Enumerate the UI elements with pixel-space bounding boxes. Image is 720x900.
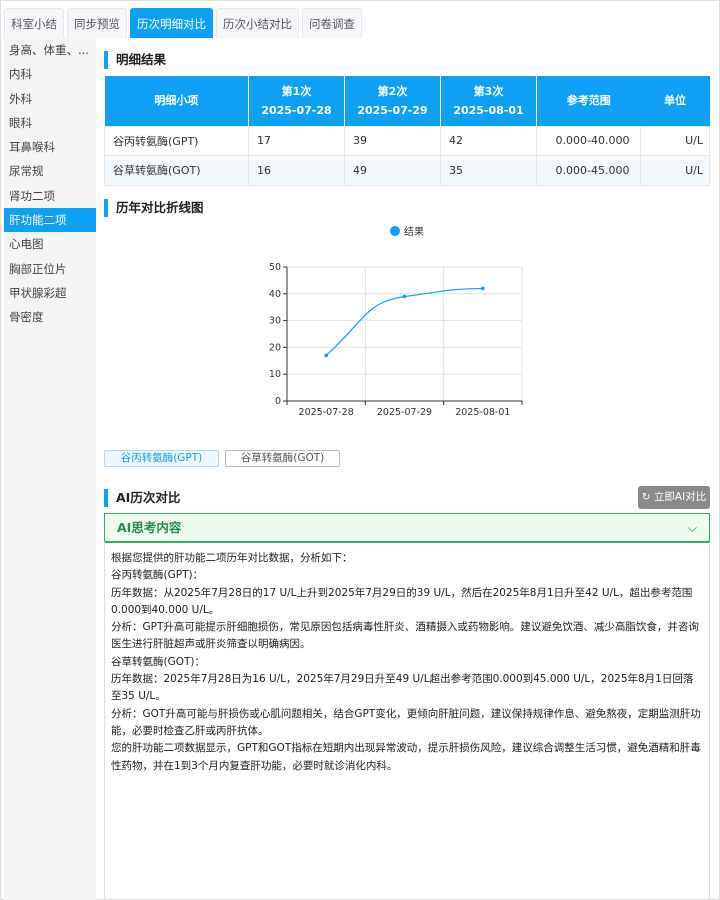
section-title-ai: AI历次对比 [104,489,180,507]
visit-label: 第3次 [473,84,504,98]
section-title-detail: 明细结果 [104,51,166,69]
visit-date: 2025-07-28 [261,103,332,117]
series-line [325,287,483,356]
sidebar-item[interactable]: 耳鼻喉科 [4,135,96,159]
tab-bar: 科室小结 同步预览 历次明细对比 历次小结对比 问卷调查 [4,8,362,38]
sidebar-item[interactable]: 心电图 [4,232,96,256]
detail-table: 明细小项 第1次 2025-07-28 第2次 2025-07-29 第3次 2025… [104,76,710,186]
cell-name: 谷丙转氨酶(GPT) [104,125,249,156]
sidebar-item[interactable]: 肝功能二项 [4,208,96,233]
data-point [481,286,485,291]
cell-value: 49 [344,155,441,186]
section-title-chart: 历年对比折线图 [104,199,204,217]
visit-label: 第1次 [281,84,312,98]
ai-result-content: 根据您提供的肝功能二项历年对比数据，分析如下： 谷丙转氨酶(GPT)： 历年数据：从… [104,541,710,900]
ai-thinking-label: AI思考内容 [117,520,182,535]
y-tick-label: 30 [269,316,281,327]
y-tick-label: 40 [269,289,281,300]
run-ai-compare-button[interactable]: ↻ 立即AI对比 [638,486,710,509]
tab-0[interactable]: 科室小结 [4,8,64,38]
ai-thinking-header[interactable]: AI思考内容 ⌵ [104,513,710,541]
y-tick-label: 50 [269,262,281,273]
visit-label: 第2次 [377,84,408,98]
chevron-down-icon[interactable]: ⌵ [688,514,697,542]
sidebar-item[interactable]: 胸部正位片 [4,257,96,281]
col-unit: 单位 [640,76,710,126]
ai-result-line: 谷丙转氨酶(GPT)： [111,569,204,582]
data-point [402,294,407,299]
cell-value: 39 [344,125,441,156]
chart-legend[interactable]: 结果 [390,223,424,238]
col-range: 参考范围 [536,76,641,126]
ai-result-line: 根据您提供的肝功能二项历年对比数据，分析如下： [111,552,353,564]
sidebar: 身高、体重、... 内科 外科 眼科 耳鼻喉科 尿常规 肾功二项 肝功能二项 心电图 胸部正位片甲… [4,38,96,900]
tab-4[interactable]: 问卷调查 [302,8,362,38]
table-row: 谷丙转氨酶(GPT) 17 39 42 0.000-40.000 U/L [104,125,710,156]
cell-value: 16 [248,155,345,186]
ai-result-line: 您的肝功能二项数据显示，GPT和GOT指标在短期内出现异常波动，提示肝损伤风险，… [111,742,701,772]
col-visit-3: 第3次 2025-08-01 [440,76,537,126]
col-visit-2: 第2次 2025-07-29 [344,76,441,126]
tab-1[interactable]: 同步预览 [67,8,127,38]
sidebar-item[interactable]: 外科 [4,87,96,111]
cell-name: 谷草转氨酶(GOT) [104,155,249,186]
x-tick-label: 2025-08-01 [455,407,510,418]
tab-3[interactable]: 历次小结对比 [216,8,299,38]
sidebar-item[interactable]: 内科 [4,62,96,86]
sidebar-item[interactable]: 甲状腺彩超 [4,281,96,305]
cell-value: 35 [440,155,537,186]
switch-gpt-button[interactable]: 谷丙转氨酶(GPT) [104,450,219,467]
table-row: 谷草转氨酶(GOT) 16 49 35 0.000-45.000 U/L [104,155,710,186]
x-tick-label: 2025-07-28 [299,407,354,418]
ai-result-line: 历年数据：从2025年7月28日的17 U/L上升到2025年7月29日的39 … [111,586,693,616]
sidebar-item[interactable]: 眼科 [4,111,96,135]
y-tick-label: 10 [269,369,281,380]
cell-range: 0.000-40.000 [536,125,641,156]
col-visit-1: 第1次 2025-07-28 [248,76,345,126]
cell-range: 0.000-45.000 [536,155,641,186]
col-item: 明细小项 [104,76,249,126]
ai-result-line: 谷草转氨酶(GOT)： [111,655,206,668]
sidebar-item[interactable]: 肾功二项 [4,184,96,208]
sidebar-item[interactable]: 骨密度 [4,305,96,329]
visit-date: 2025-08-01 [453,103,524,117]
ai-result-line: 分析：GPT升高可能提示肝细胞损伤，常见原因包括病毒性肝炎、酒精摄入或药物影响。… [111,621,699,651]
cell-value: 17 [248,125,345,156]
line-chart: 0 10 20 30 40 50 2025-07-28 2025-07-29 2025-08-0… [269,262,523,418]
x-tick-label: 2025-07-29 [377,407,432,418]
sidebar-item[interactable]: 身高、体重、... [4,38,96,62]
legend-label: 结果 [404,227,424,238]
cell-value: 42 [440,125,537,156]
switch-got-button[interactable]: 谷草转氨酶(GOT) [225,450,340,467]
ai-result-line: 历年数据：2025年7月28日为16 U/L，2025年7月29日升至49 U/… [111,673,694,703]
visit-date: 2025-07-29 [357,103,428,117]
legend-dot-icon [390,225,400,236]
sidebar-item[interactable]: 尿常规 [4,159,96,183]
cell-unit: U/L [640,125,710,156]
ai-result-line: 分析：GOT升高可能与肝损伤或心肌问题相关，结合GPT变化，更倾向肝脏问题，建议… [111,707,701,737]
tab-2[interactable]: 历次明细对比 [130,8,213,38]
y-tick-label: 20 [269,342,281,353]
data-point [324,353,328,358]
cell-unit: U/L [640,155,710,186]
y-tick-label: 0 [275,396,281,407]
